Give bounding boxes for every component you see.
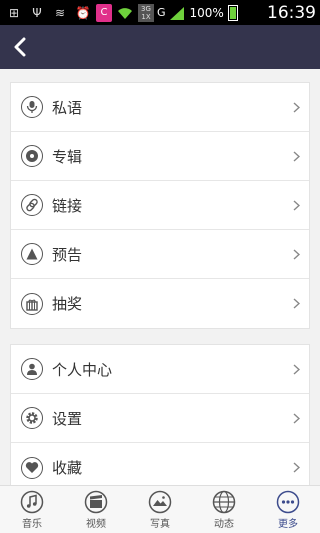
menu-item-label: 收藏 — [52, 459, 83, 477]
menu-item-previews[interactable]: 预告 — [11, 230, 309, 279]
menu-item-label: 设置 — [52, 409, 83, 428]
tab-label: 视频 — [86, 518, 106, 530]
chevron-right-icon — [283, 101, 309, 113]
photo-icon — [147, 490, 173, 514]
menu-item-links[interactable]: 链接 — [11, 181, 309, 230]
menu-item-albums[interactable]: 专辑 — [11, 132, 309, 181]
clapperboard-icon — [83, 490, 109, 514]
tab-photos[interactable]: 写真 — [128, 486, 192, 533]
add-icon: ⊞ — [8, 5, 20, 20]
tab-label: 更多 — [278, 518, 298, 530]
globe-icon — [211, 490, 237, 514]
chevron-right-icon — [283, 150, 309, 162]
chevron-left-icon — [14, 37, 26, 57]
link-icon — [21, 194, 43, 216]
tab-label: 写真 — [150, 518, 170, 530]
tab-more[interactable]: 更多 — [256, 486, 320, 533]
cell-signal-icon — [167, 4, 187, 22]
top-nav-bar — [0, 25, 320, 69]
menu-item-label: 链接 — [52, 196, 83, 215]
usb-icon: Ψ — [32, 5, 42, 20]
menu-item-lottery[interactable]: 抽奖 — [11, 279, 309, 328]
chevron-right-icon — [283, 298, 309, 309]
tab-music[interactable]: 音乐 — [0, 486, 64, 533]
bottom-tab-bar: 音乐 视频 写真 动态 更多 — [0, 485, 320, 533]
alarm-icon: ⏰ — [75, 5, 91, 20]
chevron-right-icon — [283, 412, 309, 424]
app-notification-icon: C — [96, 3, 112, 22]
menu-item-settings[interactable]: 设置 — [11, 394, 309, 443]
chevron-right-icon — [283, 199, 309, 211]
menu-item-private-messages[interactable]: 私语 — [11, 83, 309, 132]
menu-item-label: 预告 — [52, 245, 83, 264]
menu-item-label: 私语 — [52, 98, 83, 117]
tab-label: 动态 — [214, 518, 234, 530]
battery-level: 100% — [189, 5, 224, 20]
menu-group-secondary: 个人中心 设置 收藏 — [10, 344, 310, 493]
chevron-right-icon — [283, 248, 309, 260]
clock: 16:39 — [267, 2, 316, 23]
battery-icon — [227, 4, 238, 21]
menu-group-primary: 私语 专辑 链接 预告 抽奖 — [10, 82, 310, 329]
wifi-icon — [115, 4, 135, 22]
menu-item-label: 专辑 — [52, 147, 83, 166]
menu-item-label: 抽奖 — [52, 295, 83, 313]
back-button[interactable] — [0, 25, 40, 69]
tab-feed[interactable]: 动态 — [192, 486, 256, 533]
more-icon — [275, 490, 301, 514]
disc-icon — [21, 145, 43, 167]
heart-icon — [21, 456, 43, 479]
music-note-icon — [19, 490, 45, 514]
menu-item-profile[interactable]: 个人中心 — [11, 345, 309, 394]
network-letter: G — [157, 6, 166, 19]
signal-icon: ≋ — [54, 5, 66, 20]
tab-video[interactable]: 视频 — [64, 486, 128, 533]
chevron-right-icon — [283, 462, 309, 473]
gift-icon — [21, 292, 43, 315]
gear-icon — [21, 407, 43, 429]
network-type: 3G 1X — [138, 3, 154, 22]
triangle-icon — [21, 243, 43, 265]
chevron-right-icon — [283, 363, 309, 375]
microphone-icon — [21, 96, 43, 118]
menu-item-label: 个人中心 — [52, 360, 113, 379]
status-bar: ⊞ Ψ ≋ ⏰ C 3G 1X G 100% 16:39 — [0, 0, 320, 25]
person-icon — [21, 358, 43, 380]
tab-label: 音乐 — [22, 518, 42, 530]
